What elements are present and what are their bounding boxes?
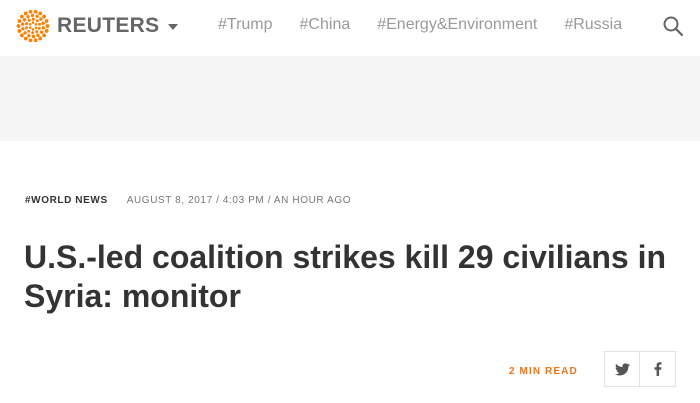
article-channel-link[interactable]: #WORLD NEWS bbox=[25, 195, 108, 206]
reuters-logo-icon bbox=[16, 9, 50, 43]
nav-link-trump[interactable]: #Trump bbox=[218, 16, 273, 34]
trending-topics-nav: #Trump #China #Energy&Environment #Russi… bbox=[218, 16, 649, 34]
nav-link-energy-environment[interactable]: #Energy&Environment bbox=[377, 16, 537, 34]
reuters-logo[interactable]: REUTERS bbox=[16, 9, 159, 43]
top-navigation-bar: REUTERS #Trump #China #Energy&Environmen… bbox=[0, 0, 700, 56]
logo-wordmark: REUTERS bbox=[57, 14, 160, 37]
share-twitter-button[interactable] bbox=[604, 351, 640, 387]
article-dateline: AUGUST 8, 2017 / 4:03 PM / AN HOUR AGO bbox=[126, 195, 352, 206]
nav-link-russia[interactable]: #Russia bbox=[564, 16, 622, 34]
facebook-icon bbox=[654, 362, 661, 376]
nav-link-china[interactable]: #China bbox=[300, 16, 351, 34]
ad-banner-placeholder bbox=[0, 56, 700, 141]
article-headline: U.S.-led coalition strikes kill 29 civil… bbox=[24, 239, 667, 314]
article-meta: #WORLD NEWS AUGUST 8, 2017 / 4:03 PM / A… bbox=[25, 195, 351, 206]
menu-dropdown-icon[interactable] bbox=[166, 21, 180, 33]
share-facebook-button[interactable] bbox=[640, 351, 676, 387]
search-icon[interactable] bbox=[662, 15, 684, 37]
share-buttons bbox=[604, 351, 676, 387]
read-time-label: 2 MIN READ bbox=[509, 366, 578, 377]
twitter-icon bbox=[614, 362, 630, 375]
